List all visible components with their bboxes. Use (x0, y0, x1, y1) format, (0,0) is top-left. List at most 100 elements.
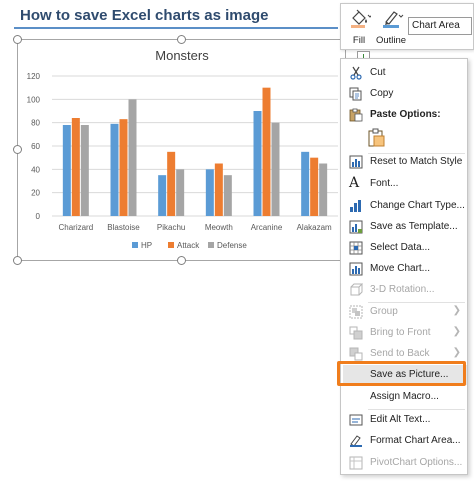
bar-defense-arcanine (271, 122, 280, 216)
menu-item-group: Group ❯ (343, 302, 467, 322)
menu-item-label: Font... (370, 178, 399, 189)
bar-attack-charizard (71, 118, 80, 216)
menu-item-cut[interactable]: Cut (343, 63, 467, 83)
menu-item-label: Save as Template... (370, 221, 458, 232)
bar-defense-pikachu (176, 169, 185, 216)
chart-type-icon (350, 200, 361, 212)
resize-handle-top-middle[interactable] (177, 35, 186, 44)
bar-defense-blastoise (128, 99, 137, 216)
menu-item-save-template[interactable]: Save as Template... (343, 217, 467, 237)
bar-hp-alakazam (301, 151, 310, 216)
bar-hp-arcanine (253, 111, 262, 216)
legend-swatch-defense (208, 242, 214, 248)
x-tick-label: Charizard (58, 223, 93, 232)
y-tick-label: 120 (27, 72, 41, 81)
bring-front-icon (349, 326, 363, 340)
send-back-icon (349, 347, 363, 361)
page-title-text: How to save Excel charts as image (20, 7, 269, 24)
submenu-arrow-icon: ❯ (452, 326, 461, 337)
menu-item-label: Format Chart Area... (370, 435, 461, 446)
paste-picture-option-icon[interactable] (368, 128, 386, 148)
legend-label-attack: Attack (177, 241, 200, 250)
bar-attack-alakazam (310, 157, 319, 216)
chart-element-dropdown[interactable]: Chart Area (408, 17, 472, 35)
bar-attack-blastoise (119, 119, 128, 216)
template-icon (349, 220, 363, 234)
resize-handle-middle-left[interactable] (13, 145, 22, 154)
group-icon (349, 305, 363, 319)
bar-attack-pikachu (167, 151, 176, 216)
chart-title: Monsters (155, 48, 209, 63)
font-icon: A (349, 175, 360, 191)
menu-item-label: Cut (370, 67, 386, 78)
y-tick-label: 20 (31, 189, 40, 198)
menu-item-label: Bring to Front (370, 327, 431, 338)
submenu-arrow-icon: ❯ (452, 347, 461, 358)
menu-item-reset-style[interactable]: Reset to Match Style (343, 152, 467, 172)
y-tick-label: 80 (31, 119, 40, 128)
menu-item-label: Send to Back (370, 348, 430, 359)
legend-label-hp: HP (141, 241, 152, 250)
chart-area[interactable]: Monsters 0 20 40 60 80 100 120 Charizard Blastois… (17, 39, 346, 261)
paste-icon (349, 108, 363, 122)
fill-bucket-icon (351, 9, 371, 28)
x-tick-label: Pikachu (157, 223, 185, 232)
title-underline (14, 27, 338, 29)
bar-defense-meowth (223, 175, 232, 216)
menu-item-format-chart-area[interactable]: Format Chart Area... (343, 431, 467, 451)
resize-handle-bottom-left[interactable] (13, 256, 22, 265)
bar-hp-blastoise (110, 123, 119, 216)
resize-handle-top-left[interactable] (13, 35, 22, 44)
menu-item-assign-macro[interactable]: Assign Macro... (343, 387, 467, 407)
menu-item-label: Change Chart Type... (370, 200, 465, 211)
menu-item-label: 3-D Rotation... (370, 284, 435, 295)
bar-defense-charizard (80, 125, 89, 216)
scissors-icon (350, 66, 362, 80)
y-tick-label: 40 (31, 165, 40, 174)
outline-button[interactable]: Outline (375, 6, 407, 48)
page-title: How to save Excel charts as image (6, 4, 338, 29)
legend-swatch-hp (132, 242, 138, 248)
context-menu: Cut Copy Paste Options: Reset to Match S… (340, 58, 468, 475)
reset-style-icon (349, 155, 363, 169)
menu-item-move-chart[interactable]: Move Chart... (343, 259, 467, 279)
bar-defense-alakazam (319, 163, 328, 216)
menu-item-label: PivotChart Options... (370, 457, 463, 468)
menu-item-pivotchart-options: PivotChart Options... (343, 453, 467, 473)
legend-label-defense: Defense (217, 241, 247, 250)
menu-item-3d-rotation: 3-D Rotation... (343, 280, 467, 300)
resize-handle-bottom-middle[interactable] (177, 256, 186, 265)
x-tick-label: Alakazam (297, 223, 332, 232)
menu-item-label: Group (370, 306, 398, 317)
y-tick-label: 60 (31, 142, 40, 151)
mini-toolbar: Fill Outline Chart Area (340, 3, 474, 50)
legend-swatch-attack (168, 242, 174, 248)
bar-hp-pikachu (158, 175, 167, 216)
outline-label: Outline (375, 35, 407, 46)
menu-item-change-chart-type[interactable]: Change Chart Type... (343, 196, 467, 216)
menu-item-font[interactable]: A Font... (343, 174, 467, 194)
menu-item-copy[interactable]: Copy (343, 84, 467, 104)
y-tick-label: 0 (36, 212, 41, 221)
outline-pen-icon (383, 11, 404, 28)
menu-item-select-data[interactable]: Select Data... (343, 238, 467, 258)
rotation-3d-icon (350, 283, 363, 296)
menu-item-label: Copy (370, 88, 394, 99)
x-tick-label: Meowth (205, 223, 233, 232)
format-area-icon (350, 435, 362, 447)
x-tick-label: Arcanine (251, 223, 283, 232)
chart-svg: Monsters 0 20 40 60 80 100 120 Charizard Blastois… (27, 48, 338, 250)
fill-label: Fill (352, 35, 366, 46)
menu-item-paste-options: Paste Options: (343, 105, 467, 125)
menu-item-label: Reset to Match Style (370, 156, 463, 167)
menu-item-label: Assign Macro... (370, 391, 439, 402)
fill-button[interactable]: Fill (343, 6, 375, 48)
menu-item-label: Select Data... (370, 242, 431, 253)
y-tick-label: 100 (27, 95, 41, 104)
menu-item-bring-to-front: Bring to Front ❯ (343, 323, 467, 343)
menu-item-label: Move Chart... (370, 263, 431, 274)
menu-item-edit-alt-text[interactable]: Edit Alt Text... (343, 410, 467, 430)
copy-icon (349, 87, 362, 101)
highlight-box (337, 361, 466, 386)
bar-attack-arcanine (262, 87, 271, 216)
